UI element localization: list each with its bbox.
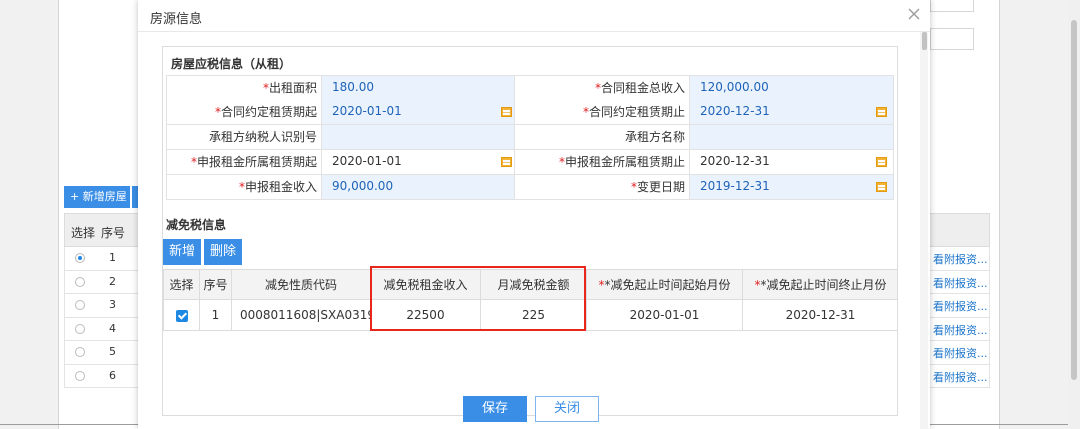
page-scrollbar-thumb[interactable] xyxy=(1071,20,1077,380)
grid-row: *申报租金所属租赁期起 2020-01-01 *申报租金所属租赁期止 2020-… xyxy=(166,150,894,175)
row-radio[interactable] xyxy=(75,347,85,357)
attachment-link[interactable]: 看附报资... xyxy=(933,298,988,314)
add-reduction-button[interactable]: 新增 xyxy=(163,239,201,265)
attachment-link[interactable]: 看附报资... xyxy=(933,345,988,361)
field-label: 承租方纳税人识别号 xyxy=(166,125,321,149)
background-control xyxy=(930,0,974,12)
header-cell: 序号 xyxy=(200,270,232,300)
field-label: *申报租金收入 xyxy=(166,175,321,199)
close-icon[interactable] xyxy=(906,6,922,22)
header-select: 选择 xyxy=(71,226,96,240)
field-label: *变更日期 xyxy=(514,175,689,199)
close-button[interactable]: 关闭 xyxy=(535,396,599,422)
tenant-name-field[interactable] xyxy=(689,125,894,149)
field-label: 承租方名称 xyxy=(514,125,689,149)
calendar-icon xyxy=(876,107,887,117)
row-number: 4 xyxy=(109,321,116,335)
dialog-scrollbar-thumb[interactable] xyxy=(922,32,927,50)
grid-row: *申报租金收入 90,000.00 *变更日期 2019-12-31 xyxy=(166,175,894,200)
grid-row: 承租方纳税人识别号 承租方名称 xyxy=(166,125,894,150)
attachment-link[interactable]: 看附报资... xyxy=(933,275,988,291)
delete-reduction-button[interactable]: 删除 xyxy=(204,239,242,265)
house-info-dialog: 房源信息 房屋应税信息（从租） *出租面积 180.00 *合同租金总收入 12… xyxy=(138,0,930,429)
row-number: 5 xyxy=(109,345,116,358)
tax-info-grid: *出租面积 180.00 *合同租金总收入 120,000.00 *合同约定租赁… xyxy=(166,75,894,200)
row-radio[interactable] xyxy=(75,370,85,381)
tax-section-title: 房屋应税信息（从租） xyxy=(171,57,292,71)
grid-row: *出租面积 180.00 *合同租金总收入 120,000.00 xyxy=(166,75,894,100)
row-number: 6 xyxy=(109,368,116,382)
rent-area-field[interactable]: 180.00 xyxy=(321,76,514,100)
dialog-header: 房源信息 xyxy=(138,0,930,32)
contract-start-field[interactable]: 2020-01-01 xyxy=(321,100,514,124)
field-label: *申报租金所属租赁期起 xyxy=(166,150,321,174)
row-number: 2 xyxy=(109,274,116,288)
field-label: *申报租金所属租赁期止 xyxy=(514,150,689,174)
add-house-button[interactable]: + 新增房屋 xyxy=(64,186,130,208)
declared-end-field[interactable]: 2020-12-31 xyxy=(689,150,894,174)
dialog-scrollbar[interactable] xyxy=(920,32,928,429)
attachment-link[interactable]: 看附报资... xyxy=(933,251,988,267)
field-label: *合同租金总收入 xyxy=(514,76,689,100)
contract-end-field[interactable]: 2020-12-31 xyxy=(689,100,894,124)
field-label: *出租面积 xyxy=(166,76,321,100)
row-radio[interactable] xyxy=(75,323,85,334)
dialog-panel: 房屋应税信息（从租） *出租面积 180.00 *合同租金总收入 120,000… xyxy=(162,46,898,416)
row-radio[interactable] xyxy=(75,276,85,287)
header-cell: 减免性质代码 xyxy=(232,270,371,300)
row-number: 3 xyxy=(109,298,116,311)
row-number: 1 xyxy=(109,251,116,264)
background-control xyxy=(930,28,974,50)
calendar-icon xyxy=(876,157,887,167)
reduction-end-month[interactable]: 2020-12-31 xyxy=(743,300,898,330)
header-index: 序号 xyxy=(101,226,126,240)
calendar-icon xyxy=(501,157,512,167)
row-index: 1 xyxy=(200,300,232,330)
checkbox[interactable] xyxy=(175,309,188,322)
header-cell: **减免起止时间终止月份 xyxy=(754,278,887,292)
reduction-code[interactable]: 0008011608|SXA0319... xyxy=(232,300,371,330)
header-cell: 选择 xyxy=(164,270,200,300)
reduction-section-title: 减免税信息 xyxy=(166,218,227,232)
grid-row: *合同约定租赁期起 2020-01-01 *合同约定租赁期止 2020-12-3… xyxy=(166,100,894,125)
field-label: *合同约定租赁期起 xyxy=(166,100,321,124)
contract-total-field[interactable]: 120,000.00 xyxy=(689,76,894,100)
header-cell: **减免起止时间起始月份 xyxy=(587,270,743,300)
tenant-tax-id-field[interactable] xyxy=(321,125,514,149)
calendar-icon xyxy=(501,107,512,117)
save-button[interactable]: 保存 xyxy=(463,396,527,422)
attachment-link[interactable]: 看附报资... xyxy=(933,322,988,338)
declared-income-field[interactable]: 90,000.00 xyxy=(321,175,514,199)
row-radio[interactable] xyxy=(75,300,85,310)
row-checkbox-cell[interactable] xyxy=(164,300,200,330)
change-date-field[interactable]: 2019-12-31 xyxy=(689,175,894,199)
reduction-start-month[interactable]: 2020-01-01 xyxy=(587,300,743,330)
field-label: *合同约定租赁期止 xyxy=(514,100,689,124)
dialog-title: 房源信息 xyxy=(150,12,203,27)
declared-start-field[interactable]: 2020-01-01 xyxy=(321,150,514,174)
highlight-box xyxy=(370,266,586,331)
calendar-icon xyxy=(876,182,887,192)
attachment-link[interactable]: 看附报资... xyxy=(933,369,988,385)
row-radio[interactable] xyxy=(75,253,85,263)
